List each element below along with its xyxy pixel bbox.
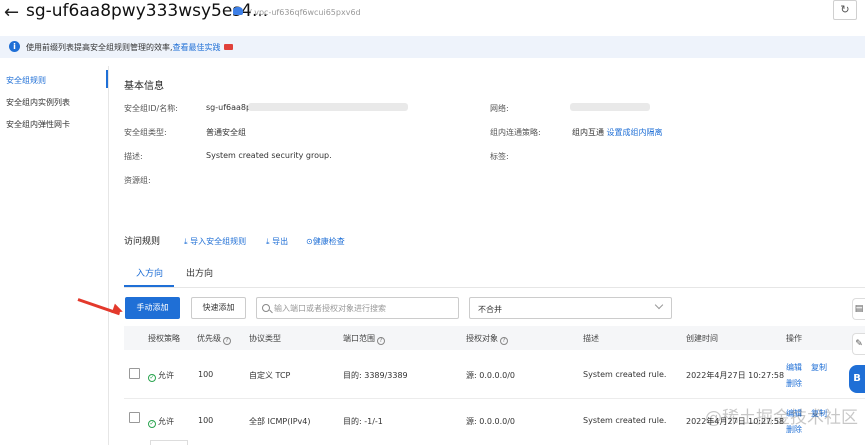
back-arrow-icon[interactable]: ← [4,2,19,23]
network-label: 网络: [490,104,509,113]
policy-value: 组内互通 [572,128,604,137]
col-port: 端口范围? [343,333,385,345]
col-auth: 授权策略 [148,334,180,343]
rule-search-box [256,297,459,319]
notice-bar: i 使用前缀列表提高安全组规则管理的效率,查看最佳实践 [0,36,865,58]
check-circle-icon: ✓ [148,420,156,428]
set-isolation-link[interactable]: 设置成组内隔离 [607,128,663,137]
help-icon[interactable]: ? [500,337,508,345]
refresh-icon: ↻ [840,3,850,16]
watermark: @稀土掘金技术社区 [705,408,858,428]
cloud-icon [233,7,243,15]
security-group-detail-page: ← sg-uf6aa8pwy333wsy5es4... / vpc-uf636q… [0,0,865,445]
search-icon [262,304,270,312]
row-object: 源: 0.0.0.0/0 [466,371,516,380]
feedback-icon[interactable]: ▤ [852,298,865,320]
import-icon: ⤓ [184,237,188,246]
row-priority: 100 [198,370,214,379]
tabs-divider [124,287,865,288]
row-created: 2022年4月27日 10:27:58 [686,371,785,380]
export-button[interactable]: ⤓ 导出 [266,236,288,247]
export-icon: ⤓ [266,237,270,246]
edit-link[interactable]: 编辑 [786,362,802,373]
row-auth: ✓ 允许 [148,371,174,382]
sidebar-item-rules[interactable]: 安全组规则 [6,75,46,86]
info-icon: i [9,41,20,52]
merge-select[interactable]: 不合并 [469,297,672,319]
help-icon[interactable]: ? [223,337,231,345]
sidebar-divider [108,66,109,445]
health-check-button[interactable]: ⊙健康检查 [306,236,345,247]
check-circle-icon: ✓ [148,374,156,382]
row-checkbox[interactable] [129,412,140,423]
add-quick-button[interactable]: 快速添加 [191,297,246,319]
row-divider [124,398,865,399]
chevron-down-icon [654,300,664,310]
import-rules-button[interactable]: ⤓ 导入安全组规则 [184,236,246,247]
tags-label: 标签: [490,152,509,161]
basic-info-title: 基本信息 [124,81,164,92]
sidebar-item-enis[interactable]: 安全组内弹性网卡 [6,119,70,130]
type-label: 安全组类型: [124,128,167,137]
add-manual-button[interactable]: 手动添加 [125,297,180,319]
new-badge-icon [223,44,233,50]
id-label: 安全组ID/名称: [124,104,178,113]
desc-value: System created security group. [206,151,332,160]
col-ops: 操作 [786,334,802,343]
notice-text: 使用前缀列表提高安全组规则管理的效率, [26,43,173,52]
row-auth: ✓ 允许 [148,417,174,428]
row-port: 目的: -1/-1 [343,417,383,426]
redacted-network [570,103,650,111]
tab-outbound[interactable]: 出方向 [186,266,213,279]
row-checkbox[interactable] [129,368,140,379]
type-value: 普通安全组 [206,128,246,137]
desc-label: 描述: [124,152,143,161]
row-protocol: 全部 ICMP(IPv4) [249,417,311,426]
col-protocol: 协议类型 [249,334,281,343]
resource-group-label: 资源组: [124,176,151,185]
chat-icon[interactable]: ✎ [852,333,865,355]
rules-title: 访问规则 [124,237,161,247]
merge-select-value: 不合并 [478,305,502,314]
refresh-button[interactable]: ↻ [833,0,857,20]
col-created: 创建时间 [686,334,718,343]
best-practice-link[interactable]: 查看最佳实践 [173,43,221,52]
policy-label: 组内连通策略: [490,128,541,137]
row-priority: 100 [198,416,214,425]
row-desc: System created rule. [583,416,667,425]
help-assistant-button[interactable]: B [849,365,865,393]
delete-link[interactable]: 删除 [786,378,802,389]
id-value: sg-uf6aa8p [206,103,252,112]
rule-search-input[interactable] [274,301,454,315]
row-protocol: 自定义 TCP [249,371,291,380]
row-port: 目的: 3389/3389 [343,371,408,380]
sidebar-item-instances[interactable]: 安全组内实例列表 [6,97,70,108]
col-desc: 描述 [583,334,599,343]
pagination-box[interactable] [150,440,188,445]
redacted-area [248,103,408,111]
row-desc: System created rule. [583,370,667,379]
row-object: 源: 0.0.0.0/0 [466,417,516,426]
col-priority: 优先级? [197,333,231,345]
page-title: sg-uf6aa8pwy333wsy5es4... [26,1,269,21]
col-object: 授权对象? [466,333,508,345]
copy-link[interactable]: 复制 [811,362,827,373]
tab-inbound[interactable]: 入方向 [136,266,163,279]
help-icon[interactable]: ? [377,337,385,345]
vpc-link[interactable]: / vpc-uf636qf6wcui65pxv6d [249,8,361,17]
annotation-arrow-head [111,303,125,317]
health-check-icon: ⊙ [306,237,313,246]
